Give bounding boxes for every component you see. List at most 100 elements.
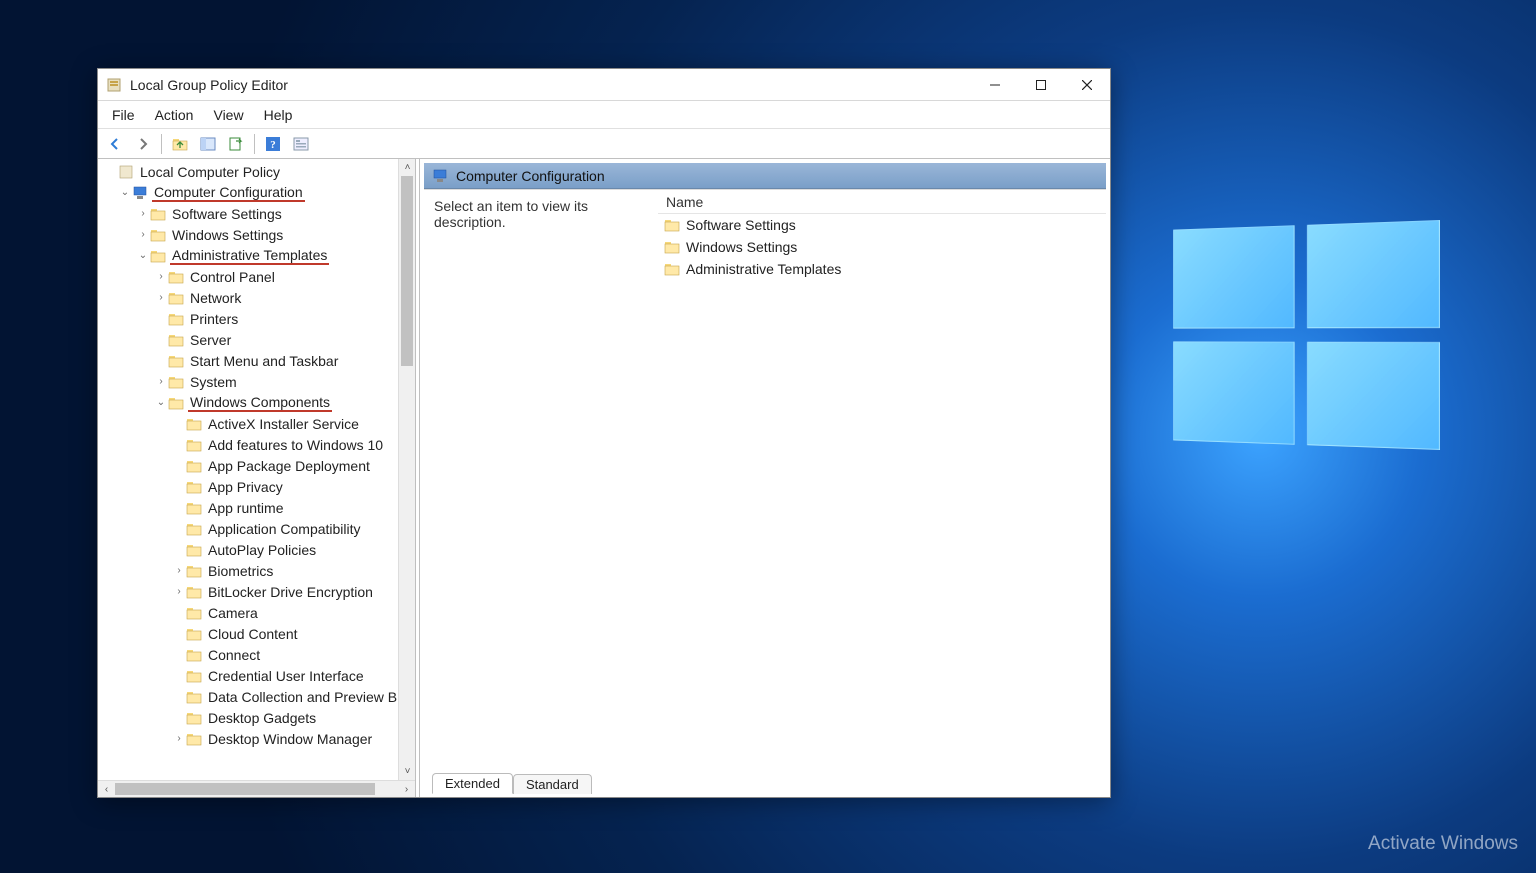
list-item[interactable]: Software Settings (658, 214, 1106, 236)
tree-item[interactable]: ActiveX Installer Service (102, 413, 415, 434)
tree-hscrollbar[interactable]: ‹ › (98, 780, 415, 797)
folder-icon (186, 647, 202, 663)
tree-windows-components[interactable]: ⌄ Windows Components (102, 392, 415, 413)
folder-icon (168, 290, 184, 306)
items-list[interactable]: Name Software SettingsWindows Settings Ad… (658, 190, 1106, 769)
folder-icon (168, 374, 184, 390)
folder-icon (168, 269, 184, 285)
chevron-down-icon[interactable]: ⌄ (118, 187, 132, 198)
help-button[interactable]: ? (260, 132, 286, 156)
folder-icon (186, 437, 202, 453)
tree-printers[interactable]: Printers (102, 308, 415, 329)
tree-item[interactable]: Camera (102, 602, 415, 623)
folder-icon (186, 731, 202, 747)
desktop-windows-logo (1173, 220, 1440, 450)
policy-tree[interactable]: Local Computer Policy ⌄ Computer Configu… (98, 159, 415, 780)
gpedit-window: Local Group Policy Editor File Action Vi… (97, 68, 1111, 798)
tree-software-settings[interactable]: › Software Settings (102, 203, 415, 224)
list-item-label: Administrative Templates (686, 261, 841, 277)
tree-network[interactable]: › Network (102, 287, 415, 308)
folder-icon (168, 332, 184, 348)
tree-admin-templates[interactable]: ⌄ Administrative Templates (102, 245, 415, 266)
chevron-right-icon[interactable]: › (136, 229, 150, 240)
folder-icon (168, 353, 184, 369)
tree-item[interactable]: App Package Deployment (102, 455, 415, 476)
tree-windows-settings[interactable]: › Windows Settings (102, 224, 415, 245)
chevron-down-icon[interactable]: ⌄ (136, 250, 150, 261)
nav-forward-button[interactable] (130, 132, 156, 156)
column-header-name[interactable]: Name (658, 190, 1106, 214)
tree-item[interactable]: Application Compatibility (102, 518, 415, 539)
maximize-button[interactable] (1018, 69, 1064, 101)
chevron-right-icon[interactable]: › (154, 292, 168, 303)
tab-extended[interactable]: Extended (432, 773, 513, 794)
view-tabs: Extended Standard (424, 769, 1106, 793)
show-hide-tree-button[interactable] (195, 132, 221, 156)
folder-icon (168, 311, 184, 327)
filter-button[interactable] (288, 132, 314, 156)
tree-control-panel[interactable]: › Control Panel (102, 266, 415, 287)
scroll-right-icon[interactable]: › (398, 781, 415, 798)
folder-icon (186, 668, 202, 684)
nav-back-button[interactable] (102, 132, 128, 156)
tree-item[interactable]: › Biometrics (102, 560, 415, 581)
app-icon (106, 77, 122, 93)
export-list-button[interactable] (223, 132, 249, 156)
minimize-button[interactable] (972, 69, 1018, 101)
chevron-down-icon[interactable]: ⌄ (154, 397, 168, 408)
tree-item[interactable]: Data Collection and Preview B (102, 686, 415, 707)
titlebar[interactable]: Local Group Policy Editor (98, 69, 1110, 101)
tree-system[interactable]: › System (102, 371, 415, 392)
tab-standard[interactable]: Standard (513, 774, 592, 794)
tree-item[interactable]: App Privacy (102, 476, 415, 497)
folder-icon (186, 626, 202, 642)
tree-root[interactable]: Local Computer Policy (102, 161, 415, 182)
chevron-right-icon[interactable]: › (154, 271, 168, 282)
list-item[interactable]: Windows Settings (658, 236, 1106, 258)
folder-icon (664, 239, 680, 255)
scroll-left-icon[interactable]: ‹ (98, 781, 115, 798)
close-button[interactable] (1064, 69, 1110, 101)
toolbar-separator (254, 134, 255, 154)
description-panel: Select an item to view its description. (424, 190, 658, 769)
chevron-right-icon[interactable]: › (154, 376, 168, 387)
tree-item[interactable]: › BitLocker Drive Encryption (102, 581, 415, 602)
chevron-right-icon[interactable]: › (172, 733, 186, 744)
tree-item[interactable]: Cloud Content (102, 623, 415, 644)
tree-item[interactable]: App runtime (102, 497, 415, 518)
tree-item-label: App Package Deployment (206, 458, 372, 474)
menu-action[interactable]: Action (145, 104, 204, 126)
tree-item-label: Camera (206, 605, 260, 621)
up-level-button[interactable] (167, 132, 193, 156)
tree-start-menu[interactable]: Start Menu and Taskbar (102, 350, 415, 371)
tree-item[interactable]: Credential User Interface (102, 665, 415, 686)
tree-panel: Local Computer Policy ⌄ Computer Configu… (98, 159, 416, 797)
folder-icon (150, 206, 166, 222)
scroll-down-icon[interactable]: ˅ (399, 763, 415, 780)
folder-icon (150, 227, 166, 243)
menu-file[interactable]: File (102, 104, 145, 126)
tree-item[interactable]: ›Desktop Window Manager (102, 728, 415, 749)
list-item[interactable]: Administrative Templates (658, 258, 1106, 280)
tree-item-label: Biometrics (206, 563, 275, 579)
menu-help[interactable]: Help (254, 104, 303, 126)
chevron-right-icon[interactable]: › (172, 586, 186, 597)
tree-item[interactable]: AutoPlay Policies (102, 539, 415, 560)
menubar: File Action View Help (98, 101, 1110, 129)
scroll-up-icon[interactable]: ˄ (399, 159, 415, 176)
tree-item-label: BitLocker Drive Encryption (206, 584, 375, 600)
tree-computer-configuration[interactable]: ⌄ Computer Configuration (102, 182, 415, 203)
toolbar: ? (98, 129, 1110, 159)
tree-item[interactable]: Add features to Windows 10 (102, 434, 415, 455)
scroll-thumb[interactable] (401, 176, 413, 366)
folder-icon (186, 521, 202, 537)
folder-icon (186, 458, 202, 474)
chevron-right-icon[interactable]: › (172, 565, 186, 576)
tree-vscrollbar[interactable]: ˄ ˅ (398, 159, 415, 780)
chevron-right-icon[interactable]: › (136, 208, 150, 219)
tree-server[interactable]: Server (102, 329, 415, 350)
tree-item[interactable]: Connect (102, 644, 415, 665)
scroll-thumb[interactable] (115, 783, 375, 795)
menu-view[interactable]: View (203, 104, 253, 126)
tree-item[interactable]: Desktop Gadgets (102, 707, 415, 728)
